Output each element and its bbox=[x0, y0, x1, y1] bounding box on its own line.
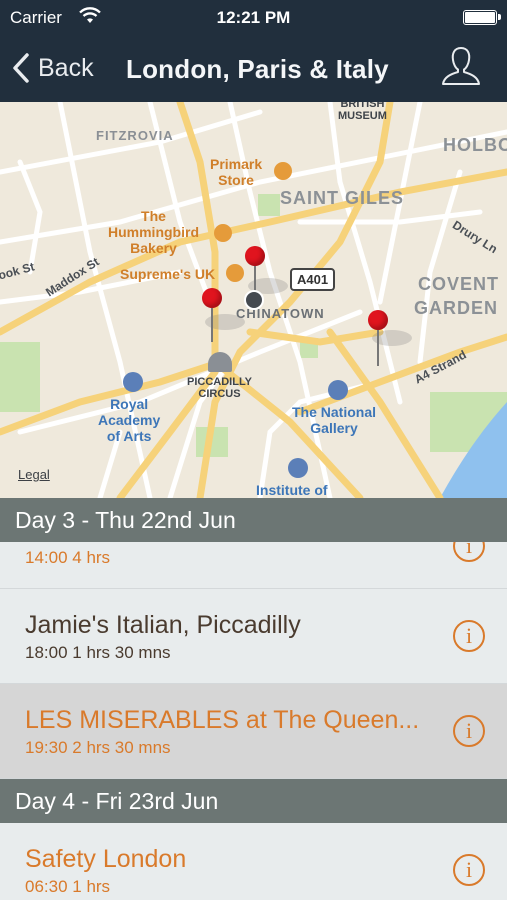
poi-label-line: Gallery bbox=[310, 420, 358, 436]
status-bar: Carrier 12:21 PM bbox=[0, 0, 507, 36]
map-pin-needle bbox=[211, 308, 213, 342]
location-marker[interactable] bbox=[244, 290, 264, 310]
poi-british-museum: BRITISH MUSEUM bbox=[338, 102, 387, 122]
legal-link[interactable]: Legal bbox=[18, 467, 50, 482]
poi-primark: Primark Store bbox=[210, 156, 262, 188]
poi-label-line: BRITISH bbox=[340, 102, 385, 110]
poi-label-line: Primark bbox=[210, 156, 263, 172]
poi-hummingbird-bakery: The Hummingbird Bakery bbox=[108, 208, 199, 256]
road-shield: A401 bbox=[290, 268, 336, 291]
clock: 12:21 PM bbox=[216, 8, 291, 27]
poi-national-gallery: The National Gallery bbox=[292, 404, 376, 436]
back-label: Back bbox=[38, 53, 94, 82]
area-label-holborn: HOLBO bbox=[443, 135, 507, 155]
list-item[interactable]: Safety London 06:30 1 hrs i bbox=[0, 823, 507, 900]
poi-label-line: Bakery bbox=[130, 240, 177, 256]
poi-supremes-uk: Supreme's UK bbox=[120, 266, 216, 282]
poi-label-line: The bbox=[141, 208, 166, 224]
map-pin-head bbox=[202, 288, 222, 308]
poi-label-line: Royal bbox=[110, 396, 149, 412]
list-item[interactable]: 14:00 4 hrs i bbox=[0, 530, 507, 589]
battery-icon bbox=[463, 10, 501, 25]
map-view[interactable]: FITZROVIA SAINT GILES COVENT GARDEN HOLB… bbox=[0, 102, 507, 498]
info-icon[interactable]: i bbox=[453, 620, 485, 652]
map-pin-head bbox=[245, 246, 265, 266]
event-name: Safety London bbox=[25, 845, 187, 873]
map-pin-head bbox=[368, 310, 388, 330]
poi-label-line: MUSEUM bbox=[338, 110, 387, 122]
poi-label-line: PICCADILLY bbox=[187, 376, 252, 388]
food-icon bbox=[214, 224, 232, 242]
area-label-garden: GARDEN bbox=[414, 298, 499, 318]
landmark-icon bbox=[208, 352, 232, 372]
event-time: 06:30 1 hrs bbox=[25, 877, 111, 896]
list-item[interactable]: Jamie's Italian, Piccadilly 18:00 1 hrs … bbox=[0, 589, 507, 684]
poi-institute: Institute of bbox=[256, 482, 328, 498]
info-icon[interactable]: i bbox=[453, 715, 485, 747]
user-icon bbox=[442, 47, 480, 85]
museum-icon bbox=[288, 458, 308, 478]
food-icon bbox=[226, 264, 244, 282]
event-time: 18:00 1 hrs 30 mns bbox=[25, 643, 171, 662]
chevron-left-icon bbox=[13, 53, 29, 83]
poi-label-line: Store bbox=[218, 172, 254, 188]
map-pin-needle bbox=[377, 330, 379, 366]
section-header-day-3: Day 3 - Thu 22nd Jun bbox=[0, 498, 507, 542]
shopping-bag-icon bbox=[274, 162, 292, 180]
area-label-fitzrovia: FITZROVIA bbox=[96, 128, 174, 143]
poi-piccadilly-circus: PICCADILLY CIRCUS bbox=[187, 376, 252, 400]
section-header-day-4: Day 4 - Fri 23rd Jun bbox=[0, 779, 507, 823]
back-button[interactable]: Back bbox=[12, 50, 94, 86]
poi-label-line: The National bbox=[292, 404, 377, 420]
event-time: 14:00 4 hrs bbox=[25, 548, 111, 567]
info-icon[interactable]: i bbox=[453, 854, 485, 886]
poi-label-line: CIRCUS bbox=[198, 388, 241, 400]
area-label-covent: COVENT bbox=[418, 274, 500, 294]
poi-royal-academy: Royal Academy of Arts bbox=[98, 396, 160, 444]
poi-label-line: Hummingbird bbox=[108, 224, 199, 240]
museum-icon bbox=[328, 380, 348, 400]
area-label-saint-giles: SAINT GILES bbox=[280, 188, 405, 208]
page-title: London, Paris & Italy bbox=[126, 54, 389, 84]
event-name: Jamie's Italian, Piccadilly bbox=[25, 611, 301, 639]
poi-label-line: Academy bbox=[98, 412, 161, 428]
event-time: 19:30 2 hrs 30 mns bbox=[25, 738, 171, 757]
museum-icon bbox=[123, 372, 143, 392]
event-name: LES MISERABLES at The Queen... bbox=[25, 706, 420, 734]
profile-button[interactable] bbox=[441, 44, 481, 93]
list-item-selected[interactable]: LES MISERABLES at The Queen... 19:30 2 h… bbox=[0, 684, 507, 779]
navigation-bar: Back London, Paris & Italy bbox=[0, 36, 507, 102]
poi-label-line: of Arts bbox=[106, 428, 152, 444]
